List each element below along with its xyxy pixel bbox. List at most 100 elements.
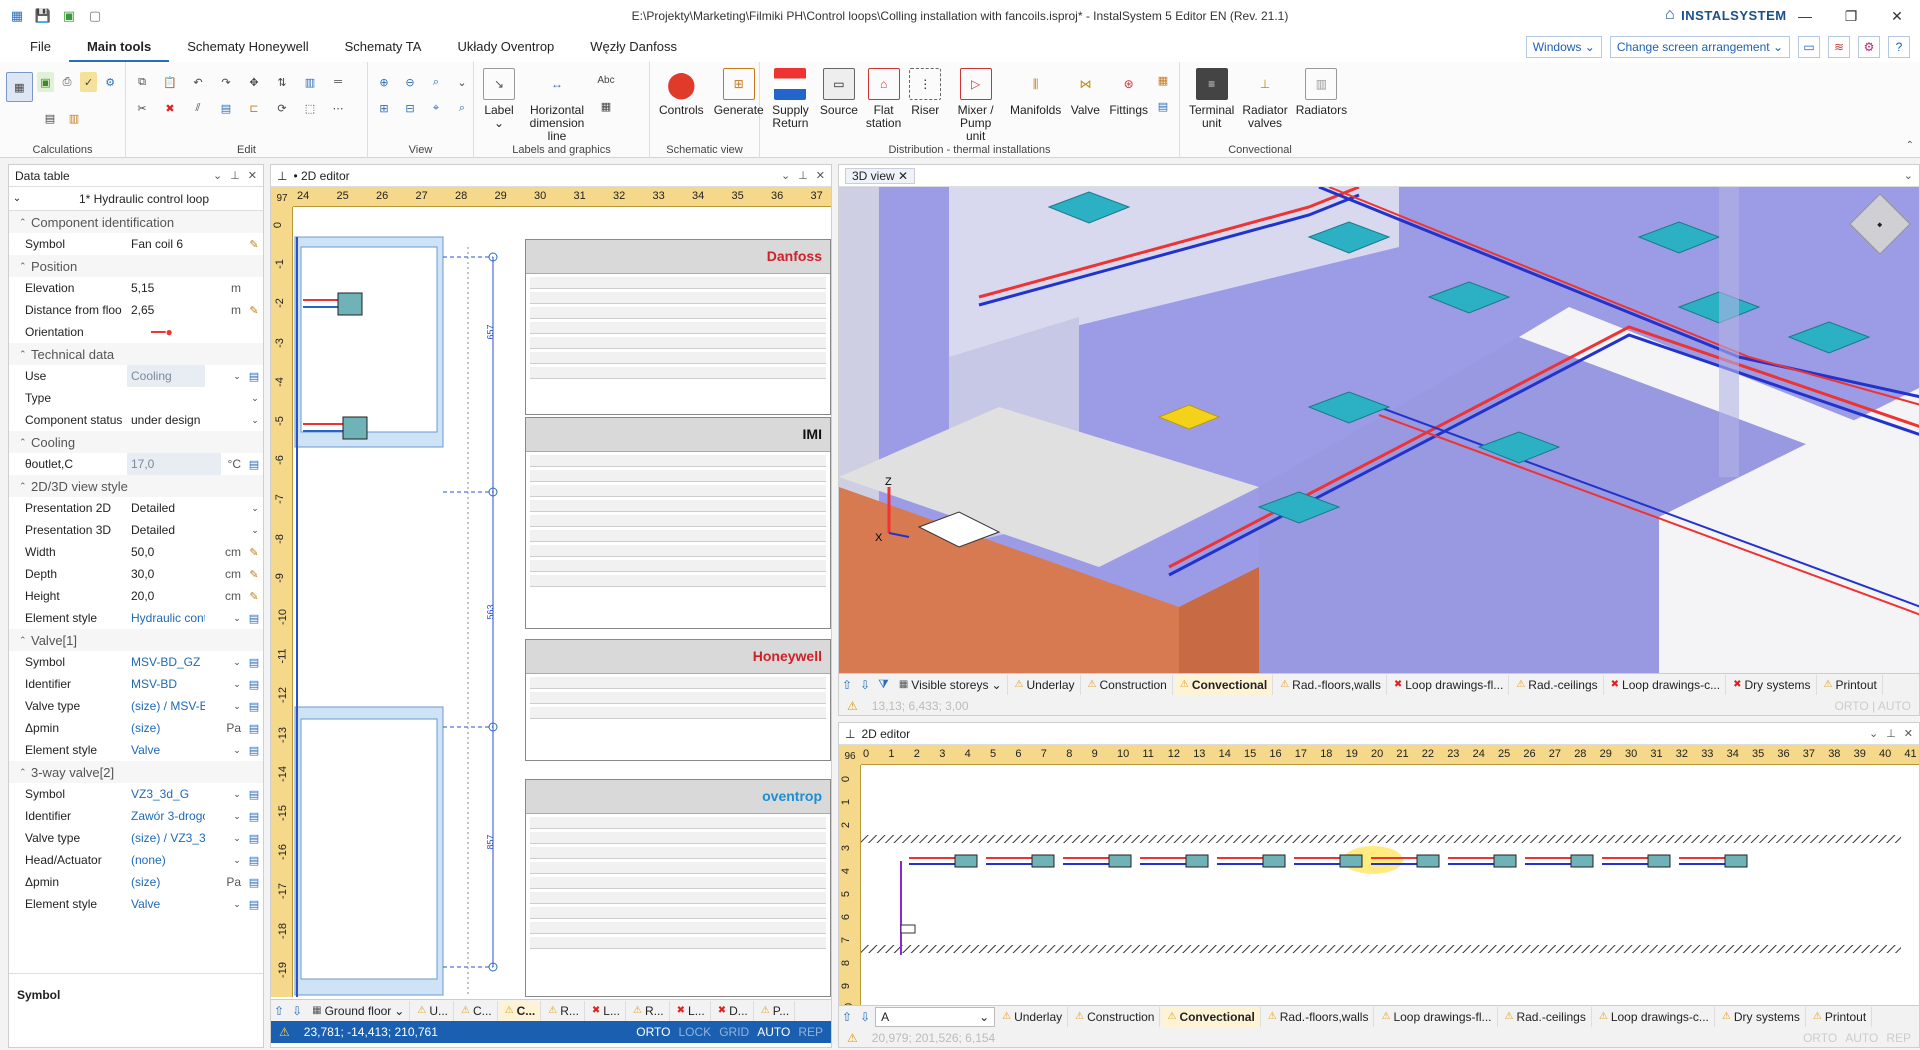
manifolds-button[interactable]: ⫼ Manifolds <box>1007 66 1064 117</box>
property-row[interactable]: Depth 30,0 cm ✎ <box>9 563 263 585</box>
section-header[interactable]: ⌃ Technical data <box>9 343 263 365</box>
arrow-up-icon[interactable]: ⇧ <box>839 1010 855 1024</box>
controls-button[interactable]: ⬤ Controls <box>656 66 707 117</box>
section-header[interactable]: ⌃ Position <box>9 255 263 277</box>
property-value-cell[interactable]: Zawór 3-drogow <box>127 805 205 827</box>
view-3d-tab[interactable]: 3D view ✕ <box>845 167 916 184</box>
calc-print-icon[interactable]: ⎙ <box>58 72 76 92</box>
chevron-down-icon[interactable]: ⌄ <box>247 525 263 536</box>
section-header[interactable]: ⌃ Cooling <box>9 431 263 453</box>
fancoil-section[interactable] <box>1063 854 1132 868</box>
screen-icon[interactable]: ▭ <box>1798 36 1820 58</box>
property-row[interactable]: Use Cooling ⌄ ▤ <box>9 365 263 387</box>
property-value-cell[interactable]: VZ3_3d_G <box>127 783 205 805</box>
table-edit-icon[interactable]: ▤ <box>245 722 263 735</box>
table-edit-icon[interactable]: ▤ <box>245 788 263 801</box>
connect-icon[interactable]: ⊏ <box>244 98 264 118</box>
snap-mode-toggle[interactable]: ORTO <box>1803 1031 1837 1045</box>
property-value-cell[interactable]: under design <box>127 409 223 431</box>
valve-button[interactable]: ⋈ Valve <box>1066 66 1104 117</box>
property-row[interactable]: Valve type (size) / MSV-BD_ ⌄▤ <box>9 695 263 717</box>
schematic-card[interactable]: oventrop <box>525 779 831 997</box>
property-row[interactable]: Component status under design ⌄ <box>9 409 263 431</box>
chevron-down-icon[interactable]: ⌄ <box>213 169 222 182</box>
trim-icon[interactable]: ⫽ <box>188 98 208 118</box>
supply-return-button[interactable]: Supply Return <box>766 66 815 130</box>
property-value-cell[interactable]: (size) <box>127 871 221 893</box>
property-row[interactable]: Width 50,0 cm ✎ <box>9 541 263 563</box>
property-value-cell[interactable]: Valve <box>127 739 205 761</box>
property-row[interactable]: Symbol MSV-BD_GZ ⌄ ▤ <box>9 651 263 673</box>
settings-icon[interactable]: ⚙ <box>1858 36 1880 58</box>
property-row[interactable]: Distance from floo 2,65 m ✎ <box>9 299 263 321</box>
pin-icon[interactable]: ⊥ <box>798 169 808 182</box>
chevron-down-icon[interactable]: ⌄ <box>781 169 790 182</box>
ribbon-collapse-icon[interactable]: ⌃ <box>1906 140 1914 151</box>
property-value-cell[interactable]: MSV-BD_GZ <box>127 651 205 673</box>
open-icon[interactable]: ▣ <box>60 7 78 25</box>
new-file-icon[interactable]: ▢ <box>86 7 104 25</box>
radiators-button[interactable]: ▥ Radiators <box>1293 66 1350 117</box>
zoom-prev-icon[interactable]: ⊟ <box>400 98 420 118</box>
paste-icon[interactable]: 📋 <box>160 72 180 92</box>
property-value-cell[interactable]: (size) <box>127 717 221 739</box>
text-button[interactable]: Abc <box>596 70 616 90</box>
property-value-cell[interactable]: (size) / VZ3_3d_C <box>127 827 205 849</box>
property-value-cell[interactable]: 20,0 <box>127 585 221 607</box>
table-edit-icon[interactable]: ▤ <box>245 612 263 625</box>
menu-tab-main-tools[interactable]: Main tools <box>68 32 170 62</box>
property-value-cell[interactable]: MSV-BD <box>127 673 205 695</box>
fancoil-section[interactable] <box>986 854 1055 868</box>
property-row[interactable]: Elevation 5,15 m <box>9 277 263 299</box>
pin-icon[interactable]: ⊥ <box>845 727 855 741</box>
calc-check-icon[interactable]: ✓ <box>79 72 98 92</box>
snap-mode-toggle[interactable]: LOCK <box>679 1025 712 1039</box>
property-value-cell[interactable]: Cooling <box>127 365 205 387</box>
chevron-down-icon[interactable]: ⌄ <box>229 899 245 910</box>
layer-tab[interactable]: ✖ Loop drawings-fl... <box>1389 674 1510 695</box>
layer-tab[interactable]: ✖ Loop drawings-c... <box>1606 674 1727 695</box>
property-value-cell[interactable]: Detailed <box>127 497 223 519</box>
table-icon[interactable]: ▦ <box>596 96 616 116</box>
delete-icon[interactable]: ✖ <box>160 98 180 118</box>
schematic-card[interactable]: Danfoss <box>525 239 831 415</box>
fancoil-section[interactable] <box>1448 854 1517 868</box>
layer-tab[interactable]: ✖ D... <box>713 1000 754 1021</box>
pencil-icon[interactable]: ✎ <box>245 568 263 581</box>
property-row[interactable]: Identifier Zawór 3-drogow ⌄▤ <box>9 805 263 827</box>
layer-tab[interactable]: ⚠ Printout <box>1808 1006 1873 1027</box>
layer-tab[interactable]: ⚠ Convectional <box>1174 674 1274 695</box>
group-icon[interactable]: ▥ <box>300 72 320 92</box>
layer-tab[interactable]: ⚠ Underlay <box>997 1006 1069 1027</box>
fitting-small2-icon[interactable]: ▤ <box>1153 96 1173 116</box>
pan-icon[interactable]: ⌖ <box>426 98 446 118</box>
label-button[interactable]: ↘ Label ⌄ <box>480 66 518 130</box>
snap-mode-toggle[interactable]: AUTO <box>1845 1031 1878 1045</box>
layer-tab[interactable]: ⚠ C... <box>456 1000 498 1021</box>
radiator-valves-button[interactable]: ⊥ Radiator valves <box>1239 66 1290 130</box>
section-header[interactable]: ⌃ 3-way valve[2] <box>9 761 263 783</box>
property-row[interactable]: Symbol Fan coil 6 ✎ <box>9 233 263 255</box>
property-value-cell[interactable]: Detailed <box>127 519 223 541</box>
section-header[interactable]: ⌃ 2D/3D view style <box>9 475 263 497</box>
layer-tab[interactable]: ⚠ P... <box>756 1000 796 1021</box>
layer-tab[interactable]: ⚠ Rad.-ceilings <box>1500 1006 1592 1027</box>
chevron-down-icon[interactable]: ⌄ <box>229 371 245 382</box>
menu-tab-uklady-oventrop[interactable]: Układy Oventrop <box>439 32 572 62</box>
menu-tab-wezly-danfoss[interactable]: Węzły Danfoss <box>572 32 695 62</box>
chevron-down-icon[interactable]: ⌄ <box>1904 169 1913 182</box>
riser-button[interactable]: ⋮ Riser <box>906 66 944 117</box>
chevron-down-icon[interactable]: ⌄ <box>229 789 245 800</box>
properties-icon[interactable]: ▤ <box>216 98 236 118</box>
table-edit-icon[interactable]: ▤ <box>245 458 263 471</box>
calc-report-icon[interactable]: ▤ <box>40 108 60 128</box>
property-value-cell[interactable]: (size) / MSV-BD_ <box>127 695 205 717</box>
close-icon[interactable]: ✕ <box>898 169 908 183</box>
property-value-cell[interactable] <box>127 387 223 409</box>
arrow-up-icon[interactable]: ⇧ <box>271 1004 287 1018</box>
layer-tab[interactable]: ⚠ Convectional <box>1162 1006 1261 1027</box>
editor-2d-canvas[interactable]: 657 563 857 Danfoss IMI Honeywell oventrop <box>293 207 831 997</box>
mode-auto[interactable]: AUTO <box>1878 699 1911 713</box>
fancoil-section[interactable] <box>1140 854 1209 868</box>
chevron-down-icon[interactable]: ⌄ <box>247 415 263 426</box>
